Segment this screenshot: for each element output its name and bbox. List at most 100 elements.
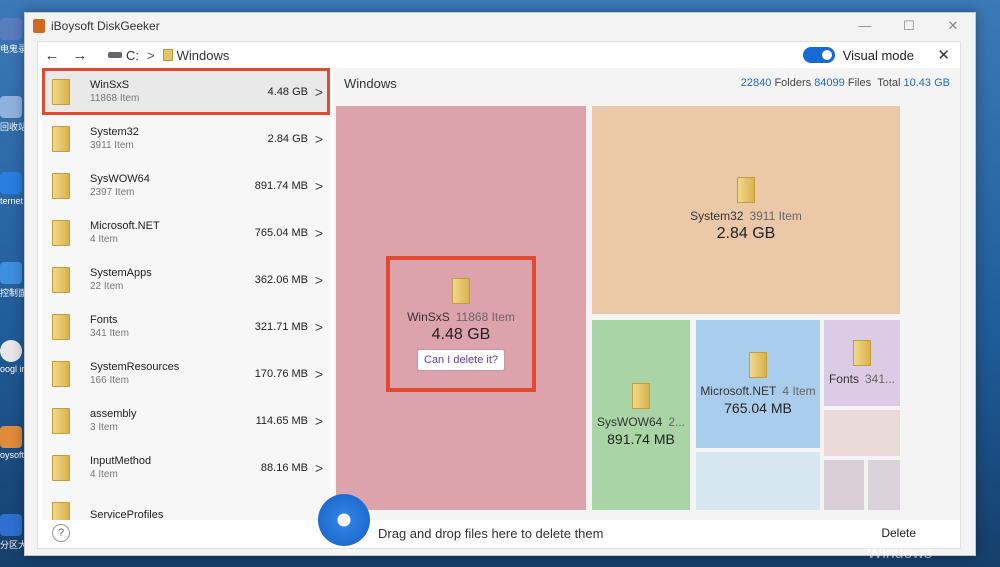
desktop-icon-iboysoft[interactable]: oysoft (0, 426, 24, 460)
folder-icon (52, 219, 70, 246)
desktop-icon-label: oysoft (0, 450, 24, 460)
treemap-tile-small[interactable] (824, 460, 864, 510)
item-count: 2397 Item (90, 186, 135, 198)
treemap-tile-syswow64[interactable]: SysWOW64 2... 891.74 MB (592, 320, 690, 510)
tile-name: Fonts (828, 372, 859, 386)
folder-size: 2.84 GB (267, 132, 308, 145)
folder-size: 114.65 MB (255, 414, 308, 427)
desktop-icon-chrome[interactable]: oogl irom (0, 340, 24, 374)
files-count: 84099 (814, 77, 845, 89)
can-i-delete-it-button[interactable]: Can I delete it? (418, 350, 504, 370)
minimize-button[interactable]: — (843, 18, 887, 34)
folder-name: WinSxS (90, 78, 130, 91)
list-item[interactable]: WinSxS 11868 Item 4.48 GB > (42, 68, 330, 115)
desktop-icon-partition[interactable]: 分区大 (0, 514, 24, 551)
window-close-button[interactable]: ✕ (931, 18, 975, 34)
treemap-tile-microsoft-net[interactable]: Microsoft.NET 4 Item 765.04 MB (696, 320, 820, 448)
desktop-icon-internet-explorer[interactable]: ternet plore (0, 172, 24, 206)
folder-name: InputMethod (90, 454, 152, 467)
app-window: iBoysoft DiskGeeker — ☐ ✕ ← → C: > Windo… (24, 12, 976, 556)
visual-mode-label: Visual mode (842, 47, 914, 63)
chevron-right-icon[interactable]: > (308, 460, 330, 476)
folder-icon (52, 501, 70, 520)
highlight-box: WinSxS 11868 Item 4.48 GB Can I delete it… (386, 256, 536, 392)
tile-size: 4.48 GB (431, 326, 491, 343)
treemap-tile-fonts[interactable]: Fonts 341... (824, 320, 900, 406)
tile-count: 2... (668, 415, 686, 429)
list-item[interactable]: Fonts 341 Item 321.71 MB > (42, 303, 330, 350)
chevron-right-icon[interactable]: > (308, 272, 330, 288)
maximize-button[interactable]: ☐ (887, 18, 931, 34)
current-folder-title: Windows (344, 75, 397, 91)
total-size: 10.43 GB (903, 77, 950, 89)
tile-name: WinSxS (407, 310, 450, 324)
desktop-icon-1[interactable]: 电鬼录 (0, 18, 24, 55)
folder-icon (632, 383, 650, 409)
list-item[interactable]: SystemApps 22 Item 362.06 MB > (42, 256, 330, 303)
folder-stats: 22840 Folders 84099 Files Total 10.43 GB (741, 77, 950, 89)
chevron-right-icon[interactable]: > (308, 413, 330, 429)
iboysoft-icon (0, 426, 22, 448)
desktop-icon-control-panel[interactable]: 控制面板 (0, 262, 24, 299)
desktop-icon-label: 电鬼录 (0, 44, 24, 54)
title-bar: iBoysoft DiskGeeker — ☐ ✕ (25, 13, 975, 39)
item-count: 166 Item (90, 374, 129, 386)
window-controls: — ☐ ✕ (843, 18, 975, 34)
treemap-tile-winsxs[interactable]: WinSxS 11868 Item 4.48 GB Can I delete it… (336, 106, 586, 510)
desktop-icon-recycle-bin[interactable]: 回收站 (0, 96, 24, 133)
partition-icon (0, 514, 22, 536)
treemap-tile-small[interactable] (868, 460, 900, 510)
folder-name: SystemApps (90, 266, 152, 279)
folder-name: System32 (90, 125, 139, 138)
chevron-right-icon[interactable]: > (308, 178, 330, 194)
list-item[interactable]: SysWOW64 2397 Item 891.74 MB > (42, 162, 330, 209)
folder-icon (52, 172, 70, 199)
list-item[interactable]: System32 3911 Item 2.84 GB > (42, 115, 330, 162)
treemap-tile-small[interactable] (696, 452, 820, 510)
files-label: Files (847, 77, 872, 89)
tile-name: Microsoft.NET (700, 384, 777, 398)
folder-icon (52, 266, 70, 293)
folder-icon (52, 407, 70, 434)
help-icon[interactable]: ? (52, 524, 70, 542)
tile-count: 3911 Item (749, 209, 802, 223)
list-item[interactable]: assembly 3 Item 114.65 MB > (42, 397, 330, 444)
folder-list: WinSxS 11868 Item 4.48 GB > System32 3911 … (42, 68, 330, 520)
folder-size: 362.06 MB (254, 273, 308, 286)
recycle-bin-icon (0, 96, 22, 118)
back-arrow-icon[interactable]: ← (38, 47, 66, 64)
folders-count: 22840 (740, 77, 772, 89)
visual-mode-toggle[interactable] (802, 47, 835, 63)
close-icon[interactable]: ✕ (937, 46, 950, 64)
folder-icon (853, 340, 871, 366)
folder-name: SysWOW64 (90, 172, 150, 185)
breadcrumb-separator: > (147, 47, 155, 63)
chevron-right-icon[interactable]: > (308, 131, 330, 147)
tile-size: 765.04 MB (724, 400, 792, 416)
chevron-right-icon[interactable]: > (308, 319, 330, 335)
forward-arrow-icon[interactable]: → (66, 47, 94, 64)
list-item[interactable]: Microsoft.NET 4 Item 765.04 MB > (42, 209, 330, 256)
treemap-tile-small[interactable] (824, 410, 900, 456)
desktop-icon-label: 分区大 (0, 540, 24, 550)
item-count: 4 Item (90, 468, 118, 480)
folder-name: SystemResources (90, 360, 180, 373)
breadcrumb-folder[interactable]: Windows (177, 48, 230, 63)
folder-name: Microsoft.NET (90, 219, 160, 232)
drop-zone-orb-icon[interactable] (318, 494, 370, 546)
breadcrumb-drive[interactable]: C: (126, 48, 139, 63)
folder-icon (52, 313, 70, 340)
chevron-right-icon[interactable]: > (308, 84, 330, 100)
chevron-right-icon[interactable]: > (308, 366, 330, 382)
tile-size: 2.84 GB (716, 225, 776, 242)
chevron-right-icon[interactable]: > (308, 225, 330, 241)
folder-size: 88.16 MB (260, 461, 308, 474)
list-item[interactable]: SystemResources 166 Item 170.76 MB > (42, 350, 330, 397)
delete-button[interactable]: Delete (881, 526, 916, 540)
desktop-icon-label: oogl irom (0, 364, 24, 374)
list-item[interactable]: ServiceProfiles (42, 491, 330, 520)
list-item[interactable]: InputMethod 4 Item 88.16 MB > (42, 444, 330, 491)
folder-size: 4.48 GB (267, 85, 308, 98)
visual-mode-control[interactable]: Visual mode (802, 47, 914, 63)
treemap-tile-system32[interactable]: System32 3911 Item 2.84 GB (592, 106, 900, 314)
